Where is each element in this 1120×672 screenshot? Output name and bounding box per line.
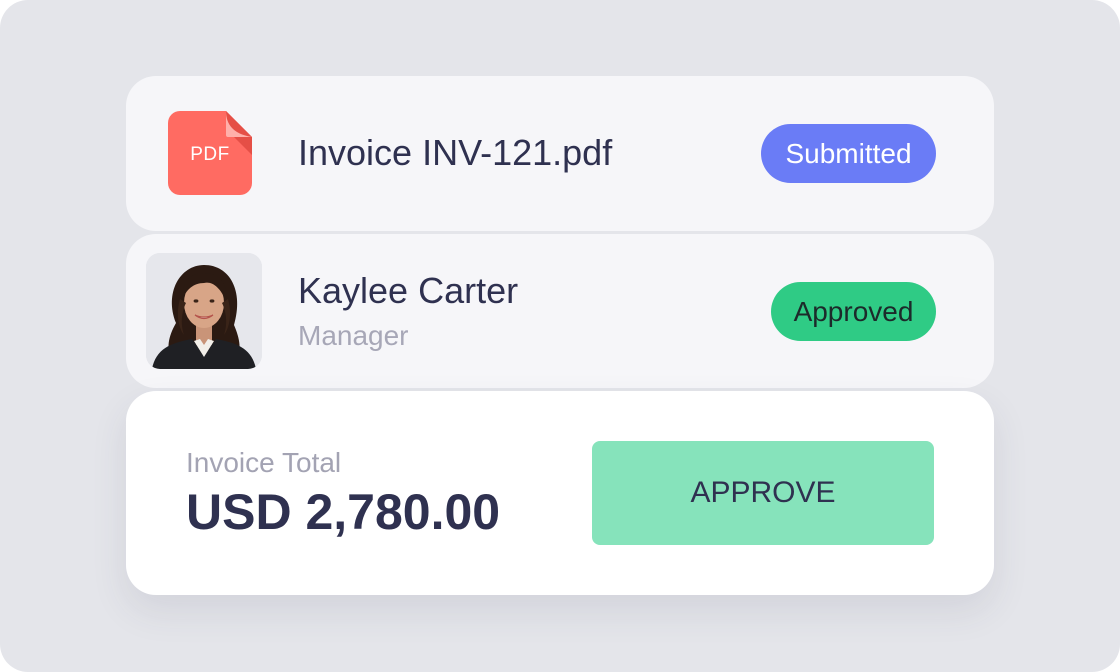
pdf-icon-label: PDF: [190, 144, 230, 165]
invoice-total-card: Invoice Total USD 2,780.00 APPROVE: [126, 391, 994, 595]
invoice-total-amount: USD 2,780.00: [186, 484, 501, 540]
person-role: Manager: [298, 320, 409, 351]
approver-card[interactable]: Kaylee Carter Manager Approved: [126, 234, 994, 388]
person-name: Kaylee Carter: [298, 270, 519, 311]
status-badge-approved: Approved: [771, 282, 936, 341]
approve-button[interactable]: APPROVE: [592, 441, 934, 545]
invoice-total-label: Invoice Total: [186, 447, 342, 478]
invoice-file-card[interactable]: PDF Invoice INV-121.pdf Submitted: [126, 76, 994, 231]
background-frame: PDF Invoice INV-121.pdf Submitted Kaylee…: [0, 0, 1120, 672]
file-name[interactable]: Invoice INV-121.pdf: [298, 132, 612, 174]
avatar: [146, 253, 262, 369]
status-badge-submitted: Submitted: [761, 124, 936, 183]
pdf-file-icon: PDF: [168, 111, 252, 195]
